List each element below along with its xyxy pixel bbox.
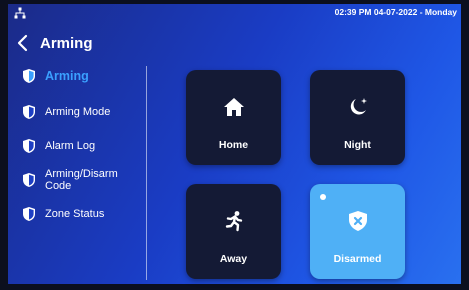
network-icon: [14, 7, 26, 19]
sidebar-divider: [146, 66, 147, 280]
sidebar-item-zone-status[interactable]: Zone Status: [22, 206, 142, 222]
running-person-icon: [225, 211, 242, 232]
mode-night-button[interactable]: Night: [310, 70, 405, 165]
shield-icon: [23, 139, 35, 153]
status-datetime: 02:39 PM 04-07-2022 - Monday: [334, 7, 457, 17]
house-icon: [223, 98, 244, 116]
chevron-left-icon[interactable]: [16, 34, 30, 52]
sidebar-item-label: Arming: [45, 69, 89, 83]
mode-home-label: Home: [218, 139, 249, 151]
mode-home-button[interactable]: Home: [186, 70, 281, 165]
sidebar-item-arming-disarm-code[interactable]: Arming/Disarm Code: [22, 168, 142, 192]
sidebar-item-label: Arming Mode: [45, 106, 111, 118]
mode-away-label: Away: [219, 253, 248, 265]
sidebar-item-arming[interactable]: Arming: [22, 68, 142, 84]
sidebar-item-label: Zone Status: [45, 208, 105, 220]
status-bar: 02:39 PM 04-07-2022 - Monday: [8, 4, 461, 22]
shield-icon: [23, 173, 35, 187]
mode-away-button[interactable]: Away: [186, 184, 281, 279]
sidebar-item-label: Arming/Disarm Code: [45, 168, 118, 192]
shield-x-icon: [348, 211, 367, 231]
sidebar-item-label: Alarm Log: [45, 140, 96, 152]
sidebar-item-arming-mode[interactable]: Arming Mode: [22, 104, 142, 120]
screen-bezel-left: [0, 0, 8, 290]
screen-bezel-right: [461, 0, 469, 290]
page-header: Arming: [16, 30, 93, 56]
mode-night-label: Night: [344, 139, 371, 151]
sidebar-item-alarm-log[interactable]: Alarm Log: [22, 138, 142, 154]
screen-bezel-bottom: [0, 284, 469, 290]
shield-icon: [23, 207, 35, 221]
shield-icon: [23, 69, 35, 83]
selected-indicator-dot: [320, 194, 326, 200]
page-title: Arming: [40, 34, 93, 52]
shield-icon: [23, 105, 35, 119]
mode-disarmed-button[interactable]: Disarmed: [310, 184, 405, 279]
mode-disarmed-label: Disarmed: [333, 253, 382, 265]
moon-icon: [350, 98, 367, 115]
